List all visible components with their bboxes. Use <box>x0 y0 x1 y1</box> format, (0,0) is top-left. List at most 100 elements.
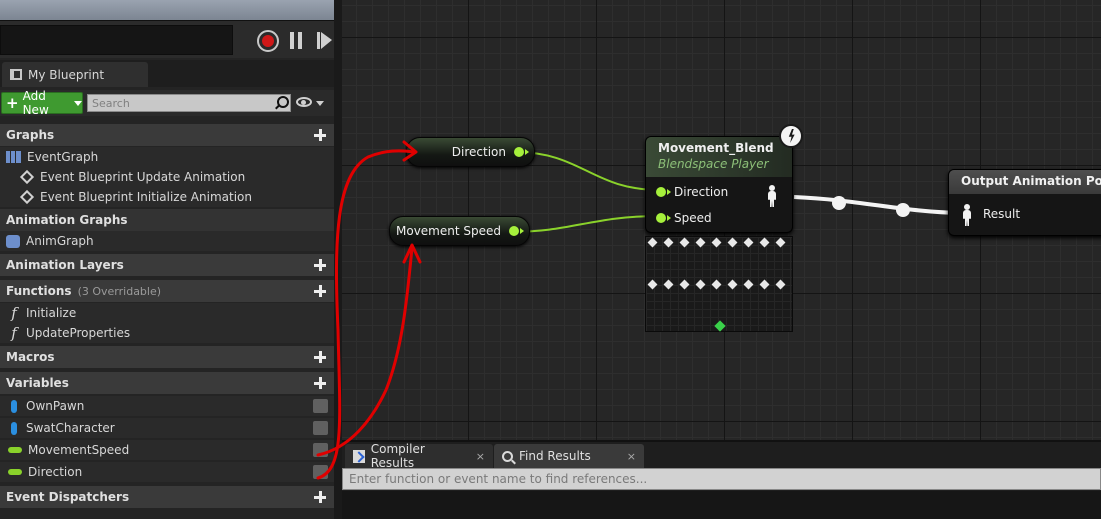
results-panel: Compiler Results × Find Results × <box>342 440 1101 519</box>
sample-point-icon <box>727 237 738 248</box>
object-variable-icon <box>11 399 17 413</box>
lightning-icon <box>779 124 803 148</box>
float-pin-icon[interactable] <box>656 213 671 223</box>
node-header: Movement_Blend Blendspace Player <box>646 137 792 177</box>
blueprint-toolbar: + Add New <box>0 89 334 117</box>
variable-item-ownpawn[interactable]: OwnPawn <box>0 396 334 416</box>
tab-find-results[interactable]: Find Results × <box>494 444 644 468</box>
category-macros[interactable]: Macros <box>0 346 334 368</box>
sample-point-icon <box>663 279 674 290</box>
add-icon[interactable] <box>312 127 328 143</box>
add-icon[interactable] <box>312 489 328 505</box>
visibility-toggle-icon[interactable] <box>313 399 328 413</box>
find-references-input[interactable] <box>342 468 1101 490</box>
pose-pin-icon[interactable] <box>963 204 971 226</box>
add-icon[interactable] <box>312 257 328 273</box>
tab-compiler-results[interactable]: Compiler Results × <box>345 442 493 470</box>
node-label: Movement Speed <box>396 224 501 238</box>
step-icon[interactable] <box>314 30 336 52</box>
float-pin-icon[interactable] <box>656 187 671 197</box>
panel-splitter[interactable] <box>334 0 342 519</box>
item-label: UpdateProperties <box>26 326 131 340</box>
visibility-toggle-icon[interactable] <box>313 421 328 435</box>
anim-graph-canvas[interactable]: Direction Movement Speed Movement_Blend … <box>342 0 1101 440</box>
category-graphs[interactable]: Graphs <box>0 124 334 146</box>
sample-point-icon <box>727 279 738 290</box>
debug-object-field[interactable] <box>0 25 233 55</box>
chevron-down-icon[interactable] <box>316 101 324 106</box>
float-pin-icon[interactable] <box>509 226 524 236</box>
tab-label: Find Results <box>519 449 591 463</box>
graph-icon <box>6 151 21 163</box>
category-label: Functions <box>6 284 72 298</box>
search-icon[interactable] <box>274 96 289 110</box>
add-icon[interactable] <box>312 283 328 299</box>
object-variable-icon <box>11 421 17 435</box>
float-variable-icon <box>8 447 22 453</box>
add-icon[interactable] <box>312 375 328 391</box>
visibility-toggle-icon[interactable] <box>313 465 328 479</box>
pin-label: Speed <box>674 211 712 225</box>
output-animation-pose-node[interactable]: Output Animation Pose Result <box>948 169 1101 236</box>
tab-my-blueprint[interactable]: My Blueprint <box>2 62 148 87</box>
category-event-dispatchers[interactable]: Event Dispatchers <box>0 486 334 508</box>
sample-point-icon <box>775 237 786 248</box>
sample-point-icon <box>679 237 690 248</box>
preview-viewport <box>0 0 334 20</box>
item-label: OwnPawn <box>26 399 85 413</box>
tab-label: Compiler Results <box>370 442 425 470</box>
graph-item-update-animation[interactable]: Event Blueprint Update Animation <box>0 167 334 187</box>
sample-point-icon <box>759 279 770 290</box>
sample-point-icon <box>647 279 658 290</box>
pause-icon[interactable] <box>287 30 309 52</box>
sample-point-icon <box>711 279 722 290</box>
category-variables[interactable]: Variables <box>0 372 334 394</box>
item-label: Event Blueprint Update Animation <box>40 170 246 184</box>
input-pin-direction[interactable]: Direction <box>656 184 728 200</box>
overridable-count: (3 Overridable) <box>77 284 162 298</box>
pin-label: Direction <box>674 185 729 199</box>
node-subtitle: Blendspace Player <box>658 157 769 171</box>
function-icon: f <box>11 304 17 322</box>
float-pin-icon[interactable] <box>514 147 529 157</box>
function-item-initialize[interactable]: f Initialize <box>0 303 334 323</box>
node-label: Direction <box>451 145 506 159</box>
graph-item-initialize-animation[interactable]: Event Blueprint Initialize Animation <box>0 187 334 207</box>
graph-item-eventgraph[interactable]: EventGraph <box>0 147 334 167</box>
chevron-down-icon <box>74 100 82 106</box>
variable-item-direction[interactable]: Direction <box>0 462 334 482</box>
pin-label: Result <box>983 207 1021 221</box>
wire-reroute-knot[interactable] <box>832 196 846 210</box>
close-icon[interactable]: × <box>476 450 485 463</box>
close-icon[interactable]: × <box>627 450 636 463</box>
blendspace-player-node[interactable]: Movement_Blend Blendspace Player Directi… <box>645 136 793 233</box>
search-input[interactable] <box>87 94 291 112</box>
wire-reroute-knot[interactable] <box>896 203 910 217</box>
visibility-toggle-icon[interactable] <box>313 443 328 457</box>
add-new-button[interactable]: + Add New <box>1 89 83 117</box>
variable-item-swatcharacter[interactable]: SwatCharacter <box>0 418 334 438</box>
category-functions[interactable]: Functions (3 Overridable) <box>0 280 334 302</box>
input-pin-speed[interactable]: Speed <box>656 210 712 226</box>
variable-item-movementspeed[interactable]: MovementSpeed <box>0 440 334 460</box>
category-animation-graphs[interactable]: Animation Graphs <box>0 209 334 231</box>
pose-pin-icon[interactable] <box>768 185 776 207</box>
node-title: Movement_Blend <box>658 141 774 155</box>
movement-speed-getter-node[interactable]: Movement Speed <box>389 216 530 246</box>
add-icon[interactable] <box>312 349 328 365</box>
item-label: Initialize <box>26 306 77 320</box>
item-label: SwatCharacter <box>26 421 115 435</box>
category-label: Animation Graphs <box>6 213 128 227</box>
anim-graph-item[interactable]: AnimGraph <box>0 231 334 251</box>
item-label: Event Blueprint Initialize Animation <box>40 190 252 204</box>
category-label: Event Dispatchers <box>6 490 130 504</box>
category-animation-layers[interactable]: Animation Layers <box>0 254 334 276</box>
record-icon[interactable] <box>257 30 279 52</box>
function-item-updateproperties[interactable]: f UpdateProperties <box>0 323 334 343</box>
wire-speed <box>509 215 661 233</box>
direction-getter-node[interactable]: Direction <box>406 137 535 167</box>
item-label: EventGraph <box>27 150 99 164</box>
eye-icon[interactable] <box>296 97 312 107</box>
category-label: Macros <box>6 350 55 364</box>
search-icon <box>502 450 513 462</box>
